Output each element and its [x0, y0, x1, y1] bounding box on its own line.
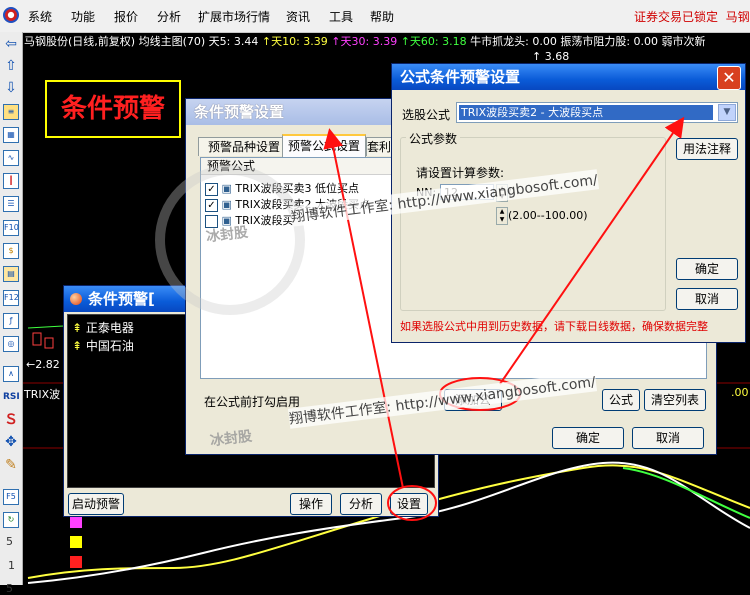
annotation-arrow: [499, 116, 685, 385]
annotation-overlay: [155, 116, 685, 521]
annotation-circle: [387, 485, 437, 521]
annotation-arrow: [323, 128, 404, 489]
